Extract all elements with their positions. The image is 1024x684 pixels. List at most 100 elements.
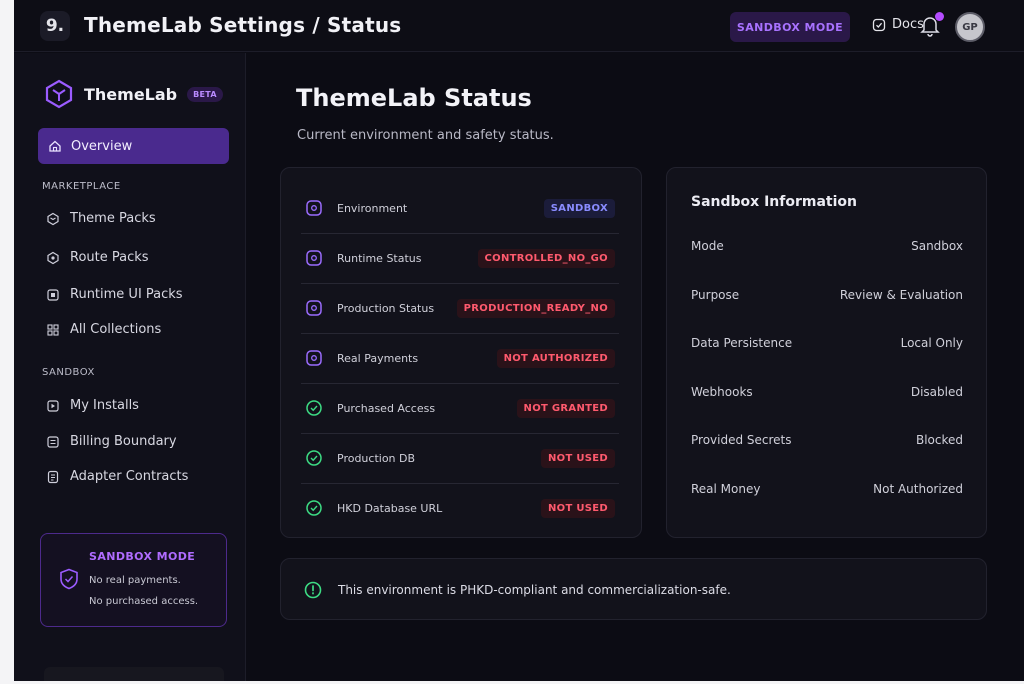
info-value: Sandbox (911, 239, 963, 253)
sandbox-info-title: Sandbox Information (691, 194, 857, 210)
payments-icon (306, 350, 322, 366)
database-icon (306, 450, 322, 466)
sandbox-info-row: Webhooks Disabled (691, 385, 963, 399)
theme-packs-icon (47, 212, 59, 225)
status-row-label: Real Payments (337, 351, 419, 365)
url-icon (306, 500, 322, 516)
status-badge: NOT USED (540, 448, 615, 468)
status-row: Environment SANDBOX (301, 183, 619, 233)
sandbox-info-card: Sandbox Information Mode Sandbox Purpose Re… (666, 167, 987, 538)
billing-icon (47, 435, 59, 448)
avatar[interactable]: GP (955, 12, 985, 42)
status-badge: NOT AUTHORIZED (496, 348, 615, 368)
status-row: Production Status PRODUCTION_READY_NO (301, 283, 619, 333)
sidebar-item-billing-boundary[interactable]: Billing Boundary (46, 434, 177, 449)
status-card: Environment SANDBOX Runtime Status CONTROLL… (280, 167, 642, 538)
sandbox-info-row: Provided Secrets Blocked (691, 433, 963, 447)
production-icon (306, 300, 322, 316)
sandbox-mode-badge: SANDBOX MODE (730, 12, 850, 42)
status-badge: NOT USED (540, 498, 615, 518)
sidebar-item-runtime-ui-packs[interactable]: Runtime UI Packs (46, 287, 183, 302)
window-edge (0, 0, 14, 684)
check-shield-icon (304, 581, 322, 599)
status-row: Production DB NOT USED (301, 433, 619, 483)
sidebar-footer (44, 667, 224, 681)
home-icon (49, 140, 61, 152)
docs-link[interactable]: Docs (872, 17, 924, 32)
installs-icon (47, 399, 59, 412)
brand[interactable]: ThemeLab BETA (44, 79, 223, 109)
section-label-sandbox: SANDBOX (42, 367, 95, 378)
sidebar-item-adapter-contracts[interactable]: Adapter Contracts (46, 469, 188, 484)
docs-icon (872, 18, 886, 31)
status-row: Real Payments NOT AUTHORIZED (301, 333, 619, 383)
app-icon[interactable]: 9. (40, 11, 70, 41)
beta-badge: BETA (187, 86, 223, 102)
top-bar: 9. ThemeLab Settings / Status SANDBOX MO… (14, 0, 1024, 52)
info-value: Blocked (915, 433, 963, 447)
runtime-ui-icon (47, 288, 59, 301)
runtime-icon (306, 250, 322, 266)
sidebar-item-label: Theme Packs (70, 211, 156, 226)
sidebar-item-all-collections[interactable]: All Collections (46, 322, 161, 337)
status-row-label: Production Status (337, 301, 435, 315)
sidebar-item-label: Route Packs (70, 250, 149, 265)
status-badge: SANDBOX (543, 198, 615, 218)
status-row-label: Runtime Status (337, 251, 422, 265)
info-value: Disabled (910, 384, 963, 399)
sidebar-item-route-packs[interactable]: Route Packs (46, 250, 149, 265)
sandbox-info-row: Mode Sandbox (691, 239, 963, 253)
sandbox-info-row: Real Money Not Authorized (691, 482, 963, 496)
status-row: HKD Database URL NOT USED (301, 483, 619, 533)
info-key: Purpose (691, 287, 740, 302)
sandbox-info-row: Data Persistence Local Only (691, 336, 963, 350)
status-row: Runtime Status CONTROLLED_NO_GO (301, 233, 619, 283)
sidebar-item-overview[interactable]: Overview (38, 128, 229, 164)
sidebar-item-label: My Installs (70, 398, 139, 413)
access-icon (306, 400, 322, 416)
sandbox-info-row: Purpose Review & Evaluation (691, 288, 963, 302)
status-row-label: Environment (337, 201, 408, 215)
status-badge: CONTROLLED_NO_GO (477, 248, 615, 268)
sidebar-item-label: Overview (71, 138, 133, 154)
status-row-label: Production DB (337, 451, 416, 465)
info-key: Real Money (691, 481, 761, 496)
page-title: ThemeLab Status (296, 84, 532, 112)
environment-icon (306, 200, 322, 216)
info-key: Mode (691, 239, 724, 253)
sidebar-item-label: Adapter Contracts (70, 469, 189, 484)
contracts-icon (47, 470, 59, 483)
sandbox-card-line: No real payments. (89, 575, 181, 586)
sandbox-card-title: SANDBOX MODE (89, 550, 196, 563)
page-heading: ThemeLab Settings / Status (84, 13, 402, 37)
info-key: Data Persistence (691, 336, 793, 350)
sidebar-item-my-installs[interactable]: My Installs (46, 398, 139, 413)
info-value: Not Authorized (873, 481, 963, 496)
sidebar-item-label: All Collections (70, 322, 162, 337)
shield-icon (60, 568, 78, 590)
status-row-label: HKD Database URL (337, 501, 443, 515)
app-window: 9. ThemeLab Settings / Status SANDBOX MO… (0, 0, 1024, 684)
status-badge: NOT GRANTED (516, 398, 615, 418)
status-row-label: Purchased Access (337, 401, 436, 415)
collections-icon (47, 323, 59, 336)
page-subtitle: Current environment and safety status. (297, 128, 554, 143)
sidebar-item-theme-packs[interactable]: Theme Packs (46, 211, 156, 226)
status-badge: PRODUCTION_READY_NO (456, 298, 615, 318)
sidebar: ThemeLab BETA Overview MARKETPLACE Theme… (14, 53, 246, 681)
compliance-notice: This environment is PHKD-compliant and c… (280, 558, 987, 620)
info-key: Provided Secrets (691, 433, 792, 447)
sandbox-card-line: No purchased access. (89, 596, 199, 607)
sidebar-item-label: Runtime UI Packs (70, 287, 183, 302)
notice-text: This environment is PHKD-compliant and c… (338, 583, 731, 597)
info-key: Webhooks (691, 384, 753, 399)
themelab-logo-icon (45, 79, 73, 109)
route-packs-icon (47, 251, 59, 264)
brand-name: ThemeLab (84, 84, 178, 104)
notification-dot (935, 12, 944, 21)
info-value: Review & Evaluation (839, 287, 963, 302)
status-row: Purchased Access NOT GRANTED (301, 383, 619, 433)
sidebar-item-label: Billing Boundary (70, 434, 177, 449)
section-label-marketplace: MARKETPLACE (42, 181, 121, 192)
sandbox-mode-card: SANDBOX MODE No real payments. No purcha… (40, 533, 227, 627)
